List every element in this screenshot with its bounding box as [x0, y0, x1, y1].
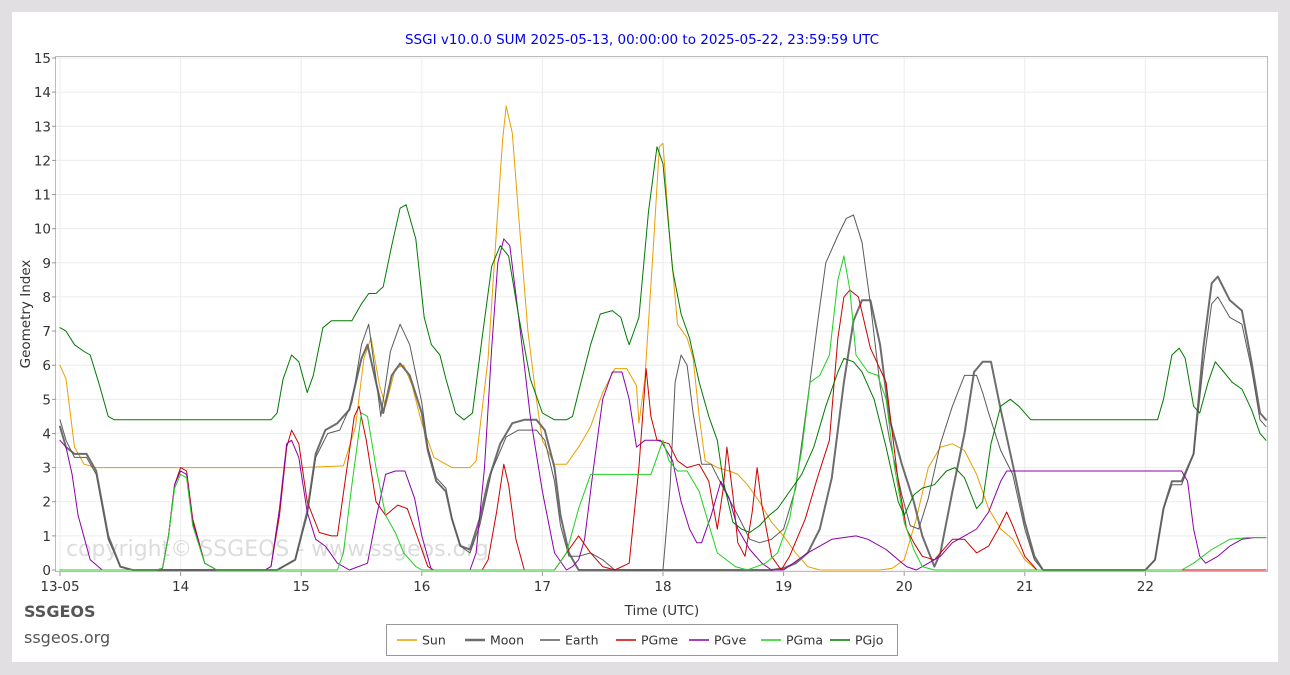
y-tick-label: 13 [34, 119, 51, 135]
x-tick-label: 22 [1137, 579, 1154, 595]
legend-label: PGjo [855, 633, 883, 648]
x-tick-label: 19 [775, 579, 792, 595]
chart-title: SSGI v10.0.0 SUM 2025-05-13, 00:00:00 to… [405, 32, 879, 48]
y-tick-label: 15 [34, 51, 51, 67]
y-tick-label: 1 [42, 529, 51, 545]
y-tick-label: 12 [34, 153, 51, 169]
y-axis-label: Geometry Index [18, 260, 34, 369]
legend-label: Sun [422, 633, 446, 648]
x-tick-label: 18 [654, 579, 671, 595]
x-tick-label: 15 [293, 579, 310, 595]
legend-label: Moon [490, 633, 524, 648]
y-tick-label: 0 [42, 563, 51, 579]
y-tick-label: 9 [42, 256, 51, 272]
x-tick-label: 13-05 [40, 579, 79, 595]
y-tick-label: 14 [34, 85, 51, 101]
y-tick-label: 6 [42, 358, 51, 374]
y-tick-label: 7 [42, 324, 51, 340]
y-tick-label: 8 [42, 290, 51, 306]
y-tick-label: 4 [42, 426, 51, 442]
plot-area [55, 56, 1268, 572]
y-tick-label: 2 [42, 495, 51, 511]
x-tick-label: 16 [413, 579, 430, 595]
x-axis-label: Time (UTC) [624, 603, 700, 619]
legend-label: PGve [714, 633, 747, 648]
y-axis: 0123456789101112131415 [34, 51, 56, 579]
x-tick-label: 17 [534, 579, 551, 595]
legend-label: PGme [641, 633, 678, 648]
y-tick-label: 11 [34, 188, 51, 204]
brand-url: ssgeos.org [24, 628, 110, 647]
chart-canvas: 0123456789101112131415 13-05 14 15 16 17 18 19… [18, 32, 1268, 656]
x-tick-label: 20 [896, 579, 913, 595]
x-tick-label: 21 [1016, 579, 1033, 595]
y-tick-label: 10 [34, 222, 51, 238]
y-tick-label: 3 [42, 461, 51, 477]
x-axis: 13-05 14 15 16 17 18 19 20 21 22 [40, 572, 1154, 595]
brand-name: SSGEOS [24, 602, 96, 621]
legend-label: PGma [786, 633, 823, 648]
x-tick-label: 14 [172, 579, 189, 595]
legend-label: Earth [565, 633, 599, 648]
y-tick-label: 5 [42, 392, 51, 408]
chart-panel: 0 1 2 3 4 5 6 7 8 9 10 11 12 13 14 15 13-05 14 15 16 17 18 19… [12, 12, 1278, 662]
